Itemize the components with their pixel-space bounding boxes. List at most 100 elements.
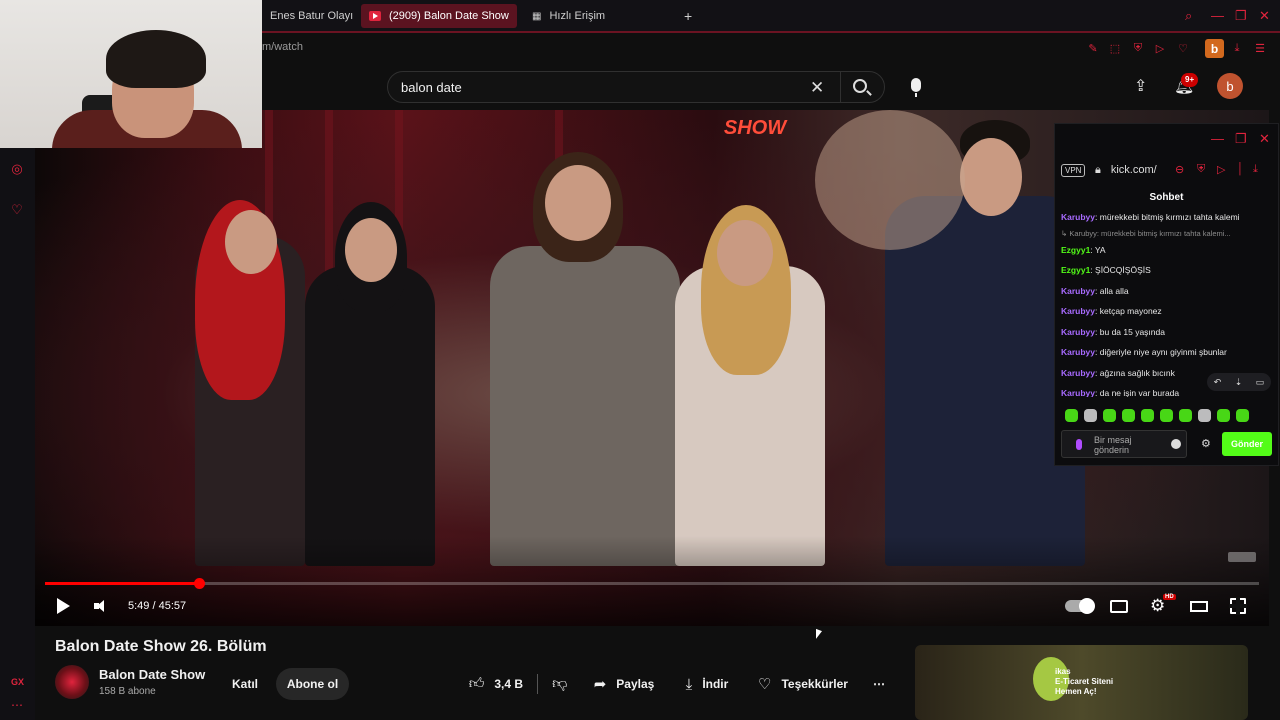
send-icon[interactable]: ▷: [1217, 163, 1225, 176]
kick-url[interactable]: kick.com/: [1111, 164, 1157, 176]
progress-bar[interactable]: [45, 578, 1259, 589]
pin-icon[interactable]: ⇣: [1235, 377, 1243, 388]
join-button[interactable]: Katıl: [218, 668, 272, 700]
chat-message[interactable]: Karubyy: alla alla: [1061, 281, 1273, 302]
chat-settings-gear-icon[interactable]: ⚙: [1201, 437, 1211, 450]
chat-text: alla alla: [1099, 285, 1129, 296]
tab-hizli-erisim[interactable]: ▦ Hızlı Erişim: [524, 4, 634, 28]
autoplay-toggle[interactable]: [1065, 596, 1095, 616]
restore-icon[interactable]: ❐: [1235, 131, 1247, 147]
upload-icon[interactable]: ⇪: [1134, 76, 1147, 96]
video-title: Balon Date Show 26. Bölüm: [55, 638, 267, 655]
chat-username[interactable]: Karubyy: [1061, 286, 1095, 296]
heart-icon[interactable]: ♡: [8, 201, 26, 219]
tab-enes-batur[interactable]: Enes Batur Olayı -: [262, 4, 354, 28]
emoji-icon[interactable]: [1171, 439, 1181, 449]
pin-icon[interactable]: ✎: [1085, 40, 1101, 56]
close-icon[interactable]: ✕: [1259, 131, 1270, 147]
chat-message[interactable]: Karubyy: mürekkebi bitmiş kırmızı tahta …: [1061, 207, 1273, 228]
chat-message[interactable]: Ezgyy1: YA: [1061, 240, 1273, 261]
url-text[interactable]: m/watch: [262, 41, 303, 53]
mute-button[interactable]: [94, 596, 108, 616]
emote[interactable]: [1065, 409, 1078, 422]
like-count[interactable]: 3,4 B: [494, 677, 523, 691]
more-actions-button[interactable]: ⋯: [866, 668, 892, 700]
thumbs-up-icon[interactable]: 👍︎: [469, 675, 485, 693]
message-actions: ↶ ⇣ ▭: [1207, 373, 1271, 391]
download-icon[interactable]: ⤓: [1229, 40, 1245, 56]
subscribe-button[interactable]: Abone ol: [276, 668, 349, 700]
chat-message[interactable]: Karubyy: ketçap mayonez: [1061, 301, 1273, 322]
microphone-icon[interactable]: [1076, 439, 1082, 450]
delete-icon[interactable]: ▭: [1256, 377, 1265, 388]
vpn-badge[interactable]: VPN: [1061, 164, 1086, 177]
toggle-icon: [1065, 598, 1095, 614]
channel-avatar[interactable]: [55, 665, 89, 699]
screenshot-icon[interactable]: ⬚: [1107, 40, 1123, 56]
popup-address-bar: VPN 🔒︎ kick.com/ ⊖ ⛨ ▷ │ ⤓: [1055, 160, 1278, 182]
menu-icon[interactable]: ☰: [1252, 40, 1268, 56]
send-button[interactable]: Gönder: [1222, 432, 1272, 456]
minimize-icon[interactable]: —: [1211, 8, 1224, 23]
channel-watermark[interactable]: [1228, 552, 1256, 562]
channel-name[interactable]: Balon Date Show: [99, 667, 205, 682]
thanks-button[interactable]: ♡ Teşekkürler: [752, 668, 854, 700]
chat-message[interactable]: Ezgyy1: ŞİÖCQİŞÖŞİS: [1061, 260, 1273, 281]
chat-username[interactable]: Karubyy: [1061, 347, 1095, 357]
chat-message[interactable]: Karubyy: diğeriyle niye aynı giyinmi şbu…: [1061, 342, 1273, 363]
emote[interactable]: [1141, 409, 1154, 422]
adblock-shield-icon[interactable]: ⛨: [1197, 163, 1205, 176]
close-icon[interactable]: ✕: [1259, 8, 1270, 24]
emote[interactable]: [1084, 409, 1097, 422]
search-icon[interactable]: [853, 79, 867, 93]
emote[interactable]: [1217, 409, 1230, 422]
chat-username[interactable]: Ezgyy1: [1061, 265, 1090, 275]
subtitles-button[interactable]: [1110, 596, 1128, 616]
reply-icon[interactable]: ↶: [1214, 377, 1222, 388]
heart-icon[interactable]: ♡: [1175, 40, 1191, 56]
theater-mode-button[interactable]: [1190, 596, 1208, 616]
person-face: [345, 218, 397, 282]
download-icon[interactable]: ⤓: [1253, 163, 1258, 176]
restore-icon[interactable]: ❐: [1235, 8, 1247, 24]
ad-banner[interactable]: ikas E-Ticaret Siteni Hemen Aç!: [915, 645, 1248, 720]
chat-username[interactable]: Karubyy: [1061, 306, 1095, 316]
emote[interactable]: [1179, 409, 1192, 422]
emote[interactable]: [1236, 409, 1249, 422]
microphone-icon[interactable]: [911, 78, 921, 97]
progress-scrubber[interactable]: [193, 578, 205, 589]
zoom-icon[interactable]: ⊖: [1175, 163, 1184, 176]
minimize-icon[interactable]: —: [1211, 131, 1224, 146]
download-button[interactable]: ⤓ İndir: [676, 668, 738, 700]
play-button[interactable]: [57, 596, 70, 616]
chat-username[interactable]: Ezgyy1: [1061, 245, 1090, 255]
emote[interactable]: [1198, 409, 1211, 422]
chat-username[interactable]: Karubyy: [1061, 327, 1095, 337]
chat-username[interactable]: Karubyy: [1061, 212, 1095, 222]
new-tab-button[interactable]: +: [676, 4, 700, 28]
profile-avatar[interactable]: b: [1205, 39, 1224, 58]
adblock-shield-icon[interactable]: ⛨: [1130, 40, 1146, 56]
search-box[interactable]: balon date ✕: [387, 71, 885, 103]
chat-input[interactable]: Bir mesaj gönderin: [1061, 430, 1187, 458]
fullscreen-button[interactable]: [1229, 596, 1247, 616]
emote[interactable]: [1103, 409, 1116, 422]
share-button[interactable]: ➦ Paylaş: [585, 668, 663, 700]
emote[interactable]: [1122, 409, 1135, 422]
chat-text: ketçap mayonez: [1099, 306, 1162, 316]
gx-label[interactable]: GX: [11, 677, 24, 687]
send-icon[interactable]: ▷: [1152, 40, 1168, 56]
thumbs-down-icon[interactable]: 👎︎: [552, 675, 567, 693]
clear-search-icon[interactable]: ✕: [810, 78, 824, 98]
youtube-avatar[interactable]: b: [1217, 73, 1243, 99]
emote[interactable]: [1160, 409, 1173, 422]
chat-username[interactable]: Karubyy: [1061, 388, 1095, 397]
chat-username[interactable]: Karubyy: [1061, 368, 1095, 378]
chat-reply-preview[interactable]: ↳ Karubyy: mürekkebi bitmiş kırmızı taht…: [1061, 228, 1273, 240]
search-input[interactable]: balon date: [401, 80, 462, 95]
search-tabs-icon[interactable]: ⌕: [1185, 8, 1192, 24]
tab-balon-date-show[interactable]: (2909) Balon Date Show: [361, 4, 517, 28]
chat-message[interactable]: Karubyy: bu da 15 yaşında: [1061, 322, 1273, 343]
more-icon[interactable]: ⋯: [11, 698, 23, 712]
instagram-icon[interactable]: ◎: [8, 160, 26, 178]
